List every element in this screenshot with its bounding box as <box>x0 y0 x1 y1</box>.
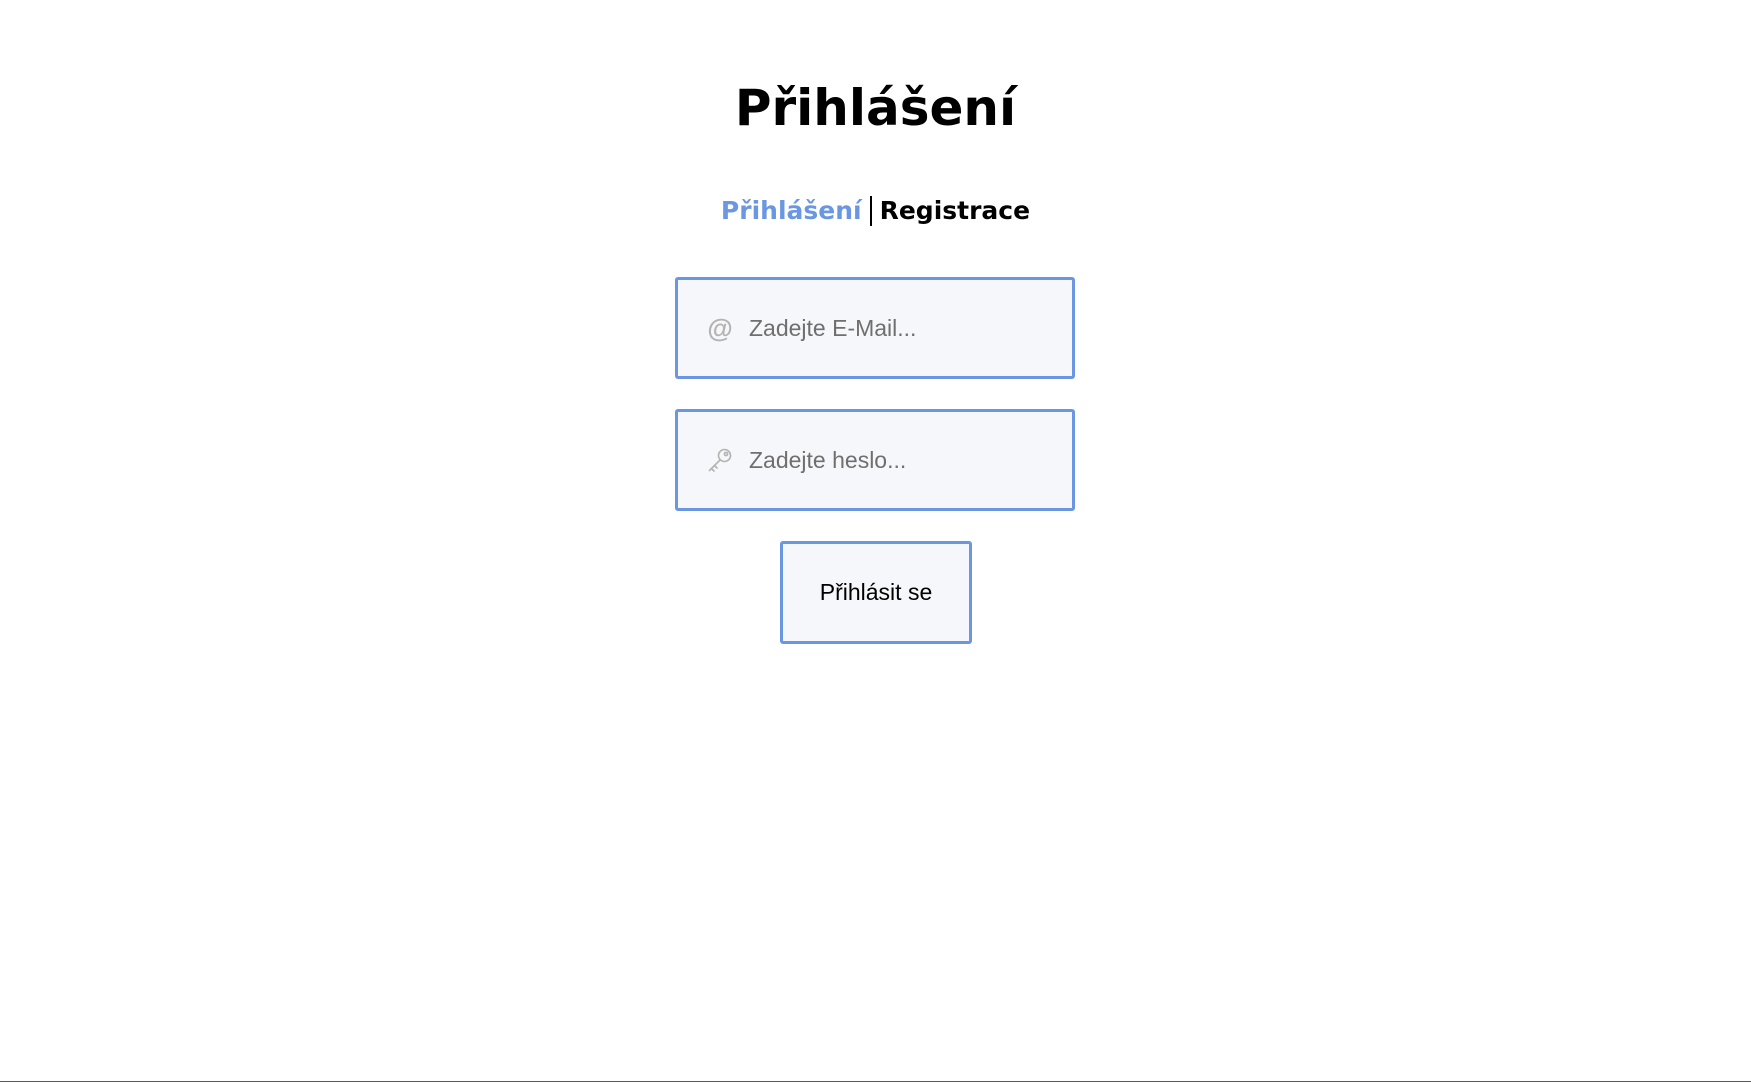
page-title: Přihlášení <box>734 79 1017 137</box>
email-field[interactable]: @ <box>675 277 1075 379</box>
tab-register[interactable]: Registrace <box>880 191 1030 231</box>
email-input[interactable] <box>749 280 1059 376</box>
tab-login[interactable]: Přihlášení <box>721 191 862 231</box>
tab-separator <box>869 196 872 226</box>
password-field[interactable] <box>675 409 1075 511</box>
login-button[interactable]: Přihlásit se <box>780 541 972 644</box>
bottom-divider <box>0 1081 1751 1082</box>
password-input[interactable] <box>749 412 1059 508</box>
at-icon: @ <box>707 313 733 343</box>
key-icon <box>705 445 735 475</box>
login-page: Přihlášení Přihlášení Registrace @ Přihlá… <box>0 0 1751 1083</box>
auth-tabs: Přihlášení Registrace <box>0 190 1751 231</box>
